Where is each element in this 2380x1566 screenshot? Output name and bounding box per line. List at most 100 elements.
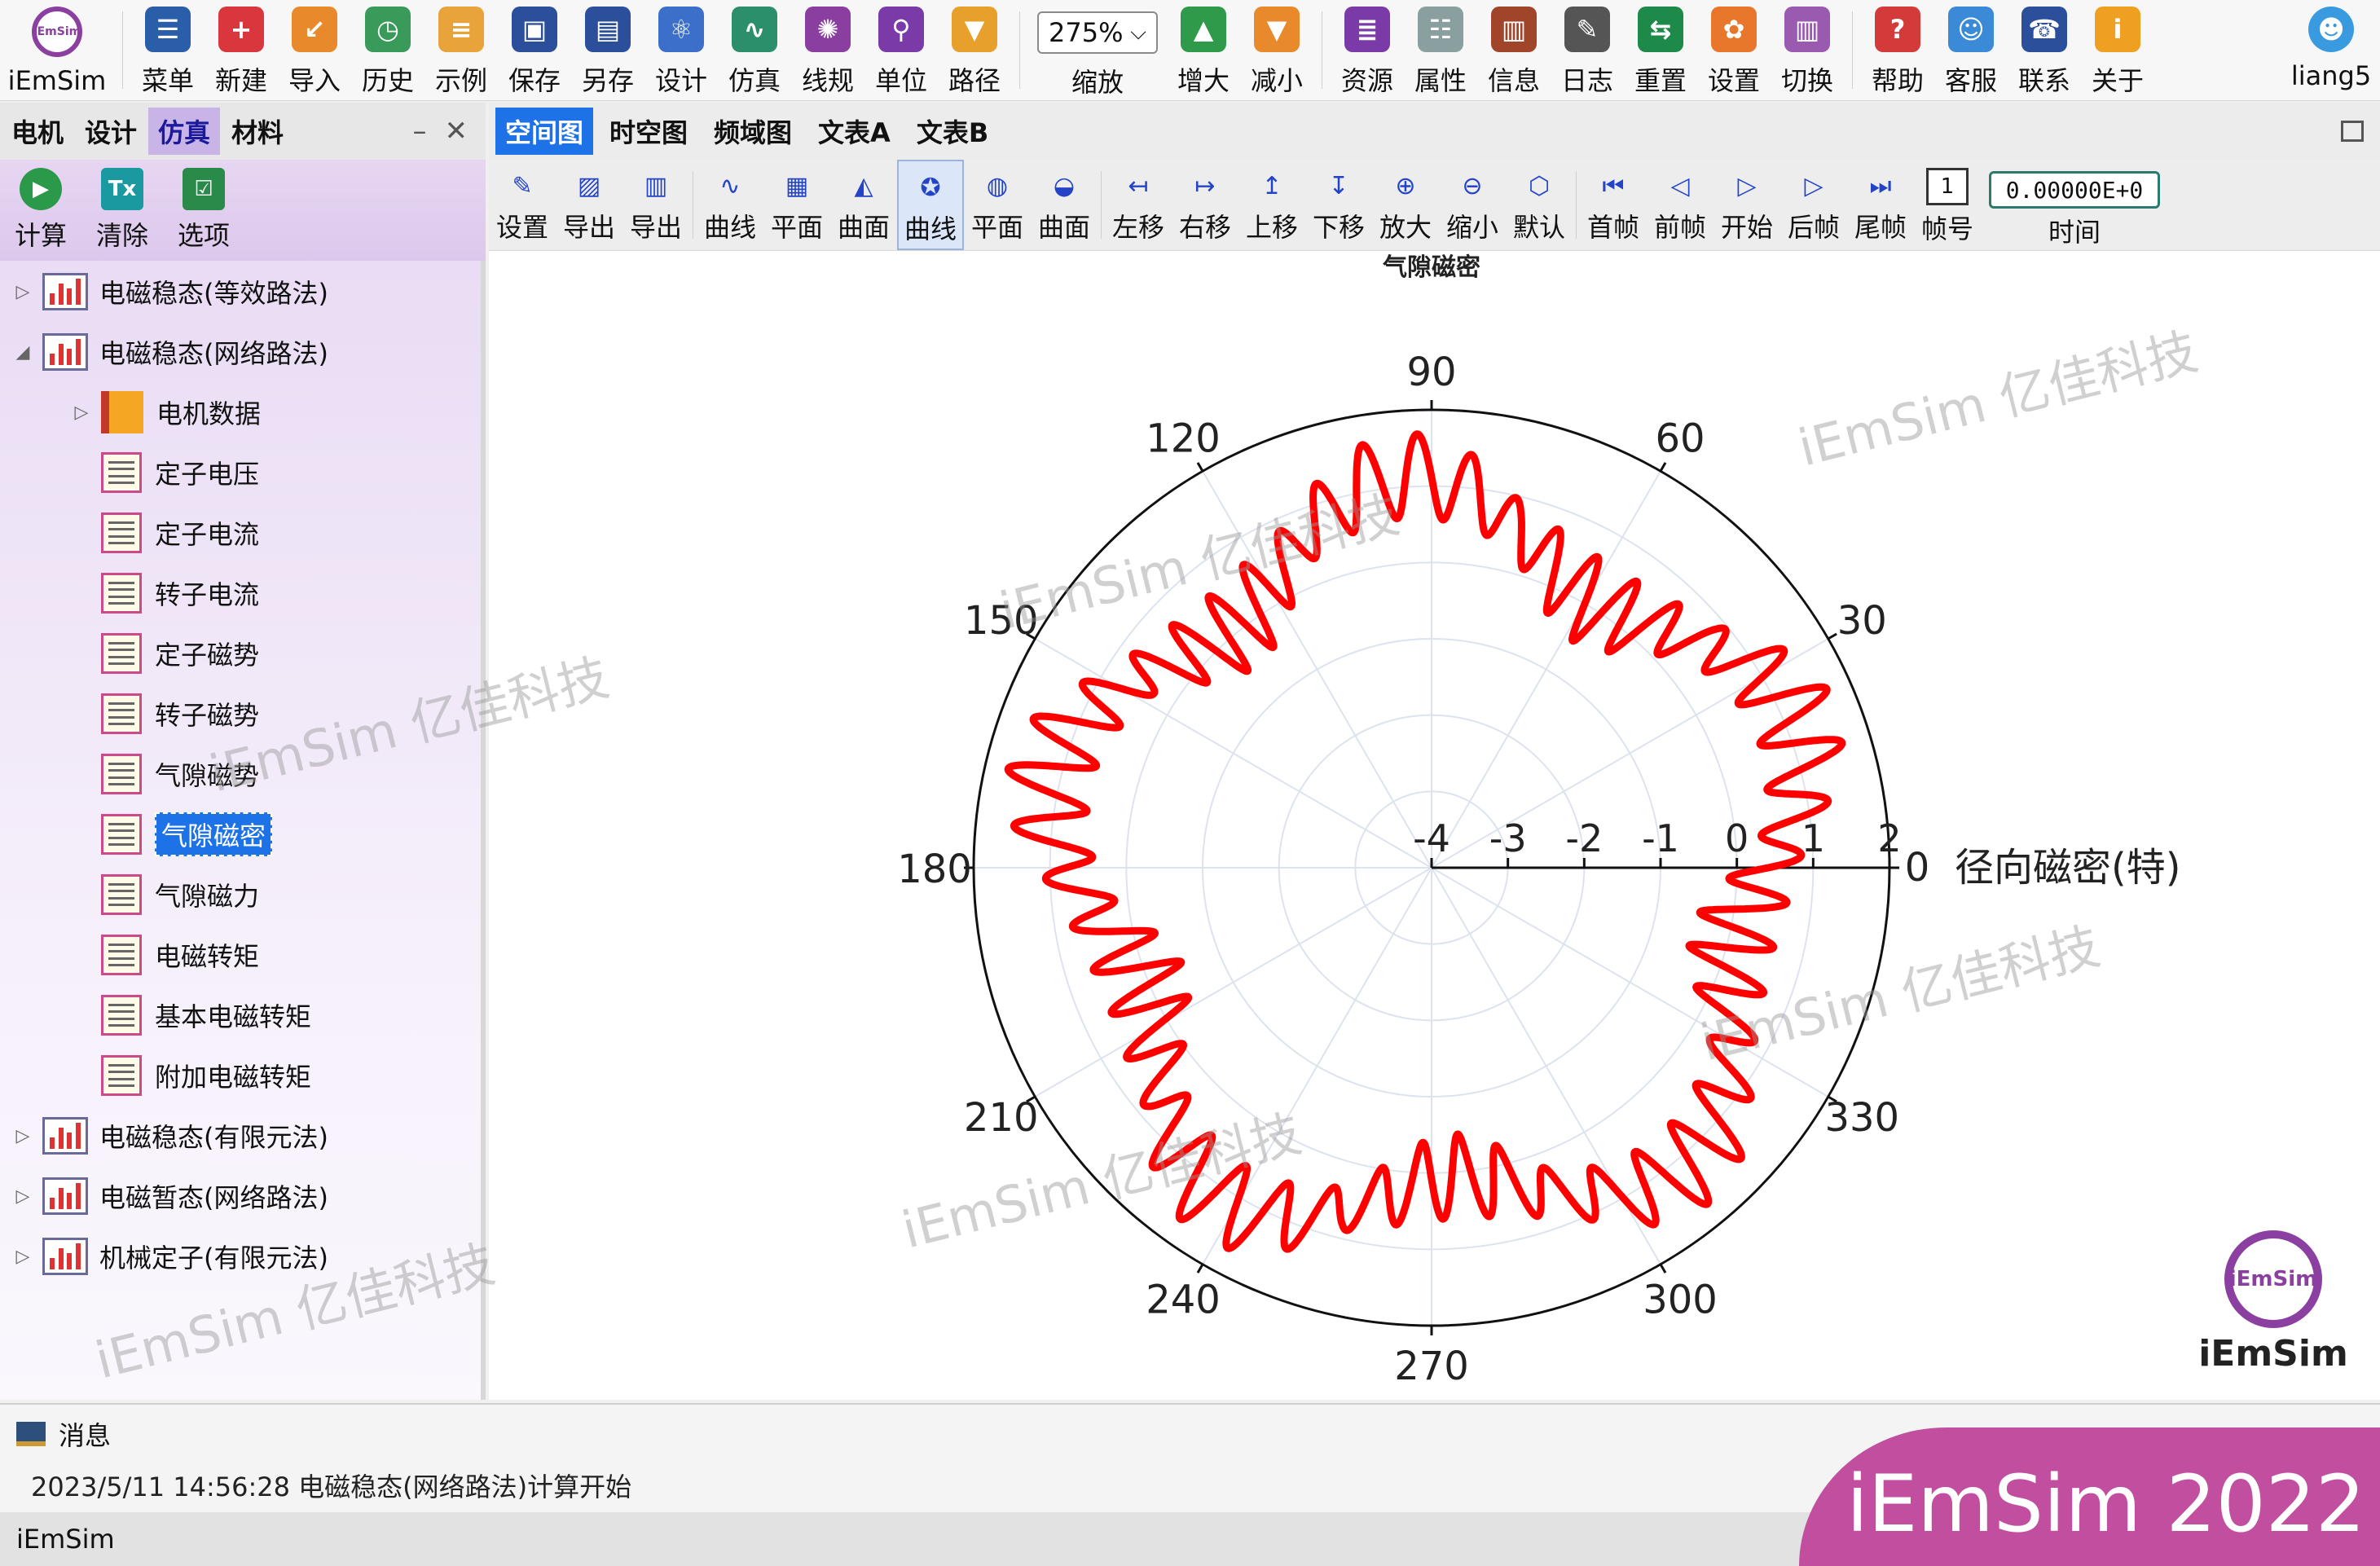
resource-button[interactable]: ≣ 资源 bbox=[1331, 0, 1404, 100]
time-control[interactable]: 0.00000E+0 时间 bbox=[1981, 160, 2168, 250]
time-value-field[interactable]: 0.00000E+0 bbox=[1989, 171, 2160, 209]
minimize-icon[interactable]: – bbox=[413, 115, 427, 147]
switch-button[interactable]: ▥ 切换 bbox=[1771, 0, 1844, 100]
left-tab[interactable]: 设计 bbox=[75, 108, 147, 155]
zoom-control[interactable]: 275% ⌵ 缩放 bbox=[1028, 0, 1167, 100]
app-logo-button[interactable]: iEmSim iEmSim bbox=[0, 0, 114, 100]
tree-item[interactable]: 定子电流 bbox=[70, 510, 259, 556]
example-button[interactable]: ≡ 示例 bbox=[425, 0, 498, 100]
tree-item[interactable]: 电磁转矩 bbox=[70, 932, 259, 978]
left-tab[interactable]: 仿真 bbox=[148, 108, 221, 155]
zoom-out-button[interactable]: ⊖ 缩小 bbox=[1439, 160, 1506, 250]
chart-settings-button[interactable]: ✎ 设置 bbox=[489, 160, 556, 250]
zoom-out-arrow-button[interactable]: ▼ 减小 bbox=[1240, 0, 1313, 100]
left-tab[interactable]: 材料 bbox=[222, 108, 293, 155]
tree-item[interactable]: 转子电流 bbox=[70, 570, 259, 616]
tree-item[interactable]: 定子磁势 bbox=[70, 631, 259, 676]
save-as-button[interactable]: ▤ 另存 bbox=[571, 0, 644, 100]
unit-button[interactable]: ⚲ 单位 bbox=[864, 0, 938, 100]
default-view-button[interactable]: ⬡ 默认 bbox=[1506, 160, 1573, 250]
view-tab[interactable]: 文表A bbox=[808, 108, 900, 155]
tree-item[interactable]: 附加电磁转矩 bbox=[70, 1053, 311, 1098]
move-right-button[interactable]: ↦ 右移 bbox=[1172, 160, 1238, 250]
expand-arrow-icon[interactable]: ◢ bbox=[11, 342, 34, 363]
expand-arrow-icon[interactable]: ▷ bbox=[11, 1186, 34, 1207]
next-frame-button[interactable]: ▷ 后帧 bbox=[1780, 160, 1847, 250]
last-frame-button[interactable]: ⏭ 尾帧 bbox=[1847, 160, 1914, 250]
tree-item[interactable]: ▷ 机械定子(有限元法) bbox=[11, 1234, 328, 1279]
property-icon: ☷ bbox=[1418, 7, 1463, 52]
play-button[interactable]: ▷ 开始 bbox=[1714, 160, 1780, 250]
zoom-select[interactable]: 275% ⌵ bbox=[1037, 11, 1158, 54]
clear-format-button[interactable]: Tx 清除 bbox=[81, 160, 163, 261]
options-checklist-button[interactable]: ☑ 选项 bbox=[163, 160, 244, 261]
user-button[interactable]: ☻ liang5 bbox=[2282, 0, 2380, 100]
tree-item[interactable]: ▷ 电磁稳态(有限元法) bbox=[11, 1113, 328, 1159]
first-frame-button[interactable]: ⏮ 首帧 bbox=[1580, 160, 1647, 250]
info-book-button[interactable]: ▥ 信息 bbox=[1477, 0, 1551, 100]
expand-arrow-icon[interactable]: ▷ bbox=[70, 402, 93, 423]
polar-plane-button[interactable]: ◍ 平面 bbox=[964, 160, 1031, 250]
new-button[interactable]: + 新建 bbox=[205, 0, 278, 100]
export-data-button[interactable]: ▥ 导出 bbox=[622, 160, 689, 250]
view-tab[interactable]: 文表B bbox=[907, 108, 998, 155]
frame-number-value[interactable]: 1 bbox=[1926, 168, 1969, 205]
expand-arrow-icon[interactable]: ▷ bbox=[11, 1247, 34, 1267]
import-button[interactable]: ↙ 导入 bbox=[278, 0, 351, 100]
tree-item[interactable]: 定子电压 bbox=[70, 450, 259, 495]
zoom-in-arrow-button[interactable]: ▲ 增大 bbox=[1167, 0, 1240, 100]
wire-gauge-button[interactable]: ✺ 线规 bbox=[791, 0, 864, 100]
about-button[interactable]: i 关于 bbox=[2081, 0, 2154, 100]
tree-item[interactable]: ▷ 电磁稳态(等效路法) bbox=[11, 269, 328, 315]
help-icon: ? bbox=[1875, 7, 1920, 52]
contact-phone-button[interactable]: ☎ 联系 bbox=[2008, 0, 2081, 100]
frame-number-control[interactable]: 1 帧号 bbox=[1914, 160, 1981, 250]
maximize-icon[interactable] bbox=[2341, 121, 2364, 142]
close-icon[interactable]: ✕ bbox=[445, 115, 469, 147]
tree-item[interactable]: 气隙磁势 bbox=[70, 751, 259, 797]
history-button[interactable]: ◷ 历史 bbox=[351, 0, 425, 100]
design-button[interactable]: ⚛ 设计 bbox=[644, 0, 718, 100]
tree-item[interactable]: ▷ 电磁暂态(网络路法) bbox=[11, 1173, 328, 1219]
zoom-in-button[interactable]: ⊕ 放大 bbox=[1372, 160, 1439, 250]
export-image-button[interactable]: ▨ 导出 bbox=[556, 160, 622, 250]
polar-surface-button[interactable]: ◒ 曲面 bbox=[1031, 160, 1098, 250]
tree-item[interactable]: ◢ 电磁稳态(网络路法) bbox=[11, 329, 328, 375]
path-button[interactable]: ▼ 路径 bbox=[938, 0, 1011, 100]
menu-label: 菜单 bbox=[141, 65, 194, 96]
property-button[interactable]: ☷ 属性 bbox=[1404, 0, 1477, 100]
reset-button[interactable]: ⇆ 重置 bbox=[1624, 0, 1697, 100]
view-tab[interactable]: 时空图 bbox=[600, 108, 697, 155]
view-tab[interactable]: 频域图 bbox=[704, 108, 802, 155]
prev-frame-button[interactable]: ◁ 前帧 bbox=[1647, 160, 1714, 250]
log-button[interactable]: ✎ 日志 bbox=[1551, 0, 1624, 100]
tree-item[interactable]: 气隙磁力 bbox=[70, 872, 259, 917]
curve-button[interactable]: ∿ 曲线 bbox=[697, 160, 763, 250]
tree-item[interactable]: 气隙磁密 bbox=[70, 812, 273, 857]
tree-item[interactable]: 基本电磁转矩 bbox=[70, 992, 311, 1038]
import-label: 导入 bbox=[288, 65, 341, 96]
settings-button[interactable]: ✿ 设置 bbox=[1697, 0, 1771, 100]
default-view-icon: ⬡ bbox=[1528, 171, 1551, 200]
menu-button[interactable]: ☰ 菜单 bbox=[131, 0, 205, 100]
chart-tool-label: 下移 bbox=[1312, 212, 1365, 243]
help-button[interactable]: ? 帮助 bbox=[1861, 0, 1934, 100]
move-left-button[interactable]: ↤ 左移 bbox=[1105, 160, 1172, 250]
expand-arrow-icon[interactable]: ▷ bbox=[11, 1126, 34, 1146]
customer-service-button[interactable]: ☺ 客服 bbox=[1934, 0, 2008, 100]
polar-chart[interactable]: 气隙磁密 30 60 90 120 150 180 210 240 270 300 330 -4 -3 -2… bbox=[489, 251, 2380, 1400]
simulate-button[interactable]: ∿ 仿真 bbox=[718, 0, 791, 100]
left-tab[interactable]: 电机 bbox=[2, 108, 73, 155]
move-up-button[interactable]: ↥ 上移 bbox=[1238, 160, 1305, 250]
run-button[interactable]: ▶ 计算 bbox=[0, 160, 81, 261]
move-down-button[interactable]: ↧ 下移 bbox=[1305, 160, 1372, 250]
polar-curve-button[interactable]: ✪ 曲线 bbox=[897, 160, 964, 250]
expand-arrow-icon[interactable]: ▷ bbox=[11, 282, 34, 302]
plot-area[interactable]: 气隙磁密 30 60 90 120 150 180 210 240 270 300 330 -4 -3 -2… bbox=[489, 251, 2380, 1400]
tree-item[interactable]: ▷ 电机数据 bbox=[70, 389, 261, 435]
save-button[interactable]: ▣ 保存 bbox=[498, 0, 571, 100]
tree-item[interactable]: 转子磁势 bbox=[70, 691, 259, 737]
surface-button[interactable]: ◭ 曲面 bbox=[830, 160, 897, 250]
view-tab[interactable]: 空间图 bbox=[495, 108, 594, 155]
plane-button[interactable]: ▦ 平面 bbox=[763, 160, 830, 250]
